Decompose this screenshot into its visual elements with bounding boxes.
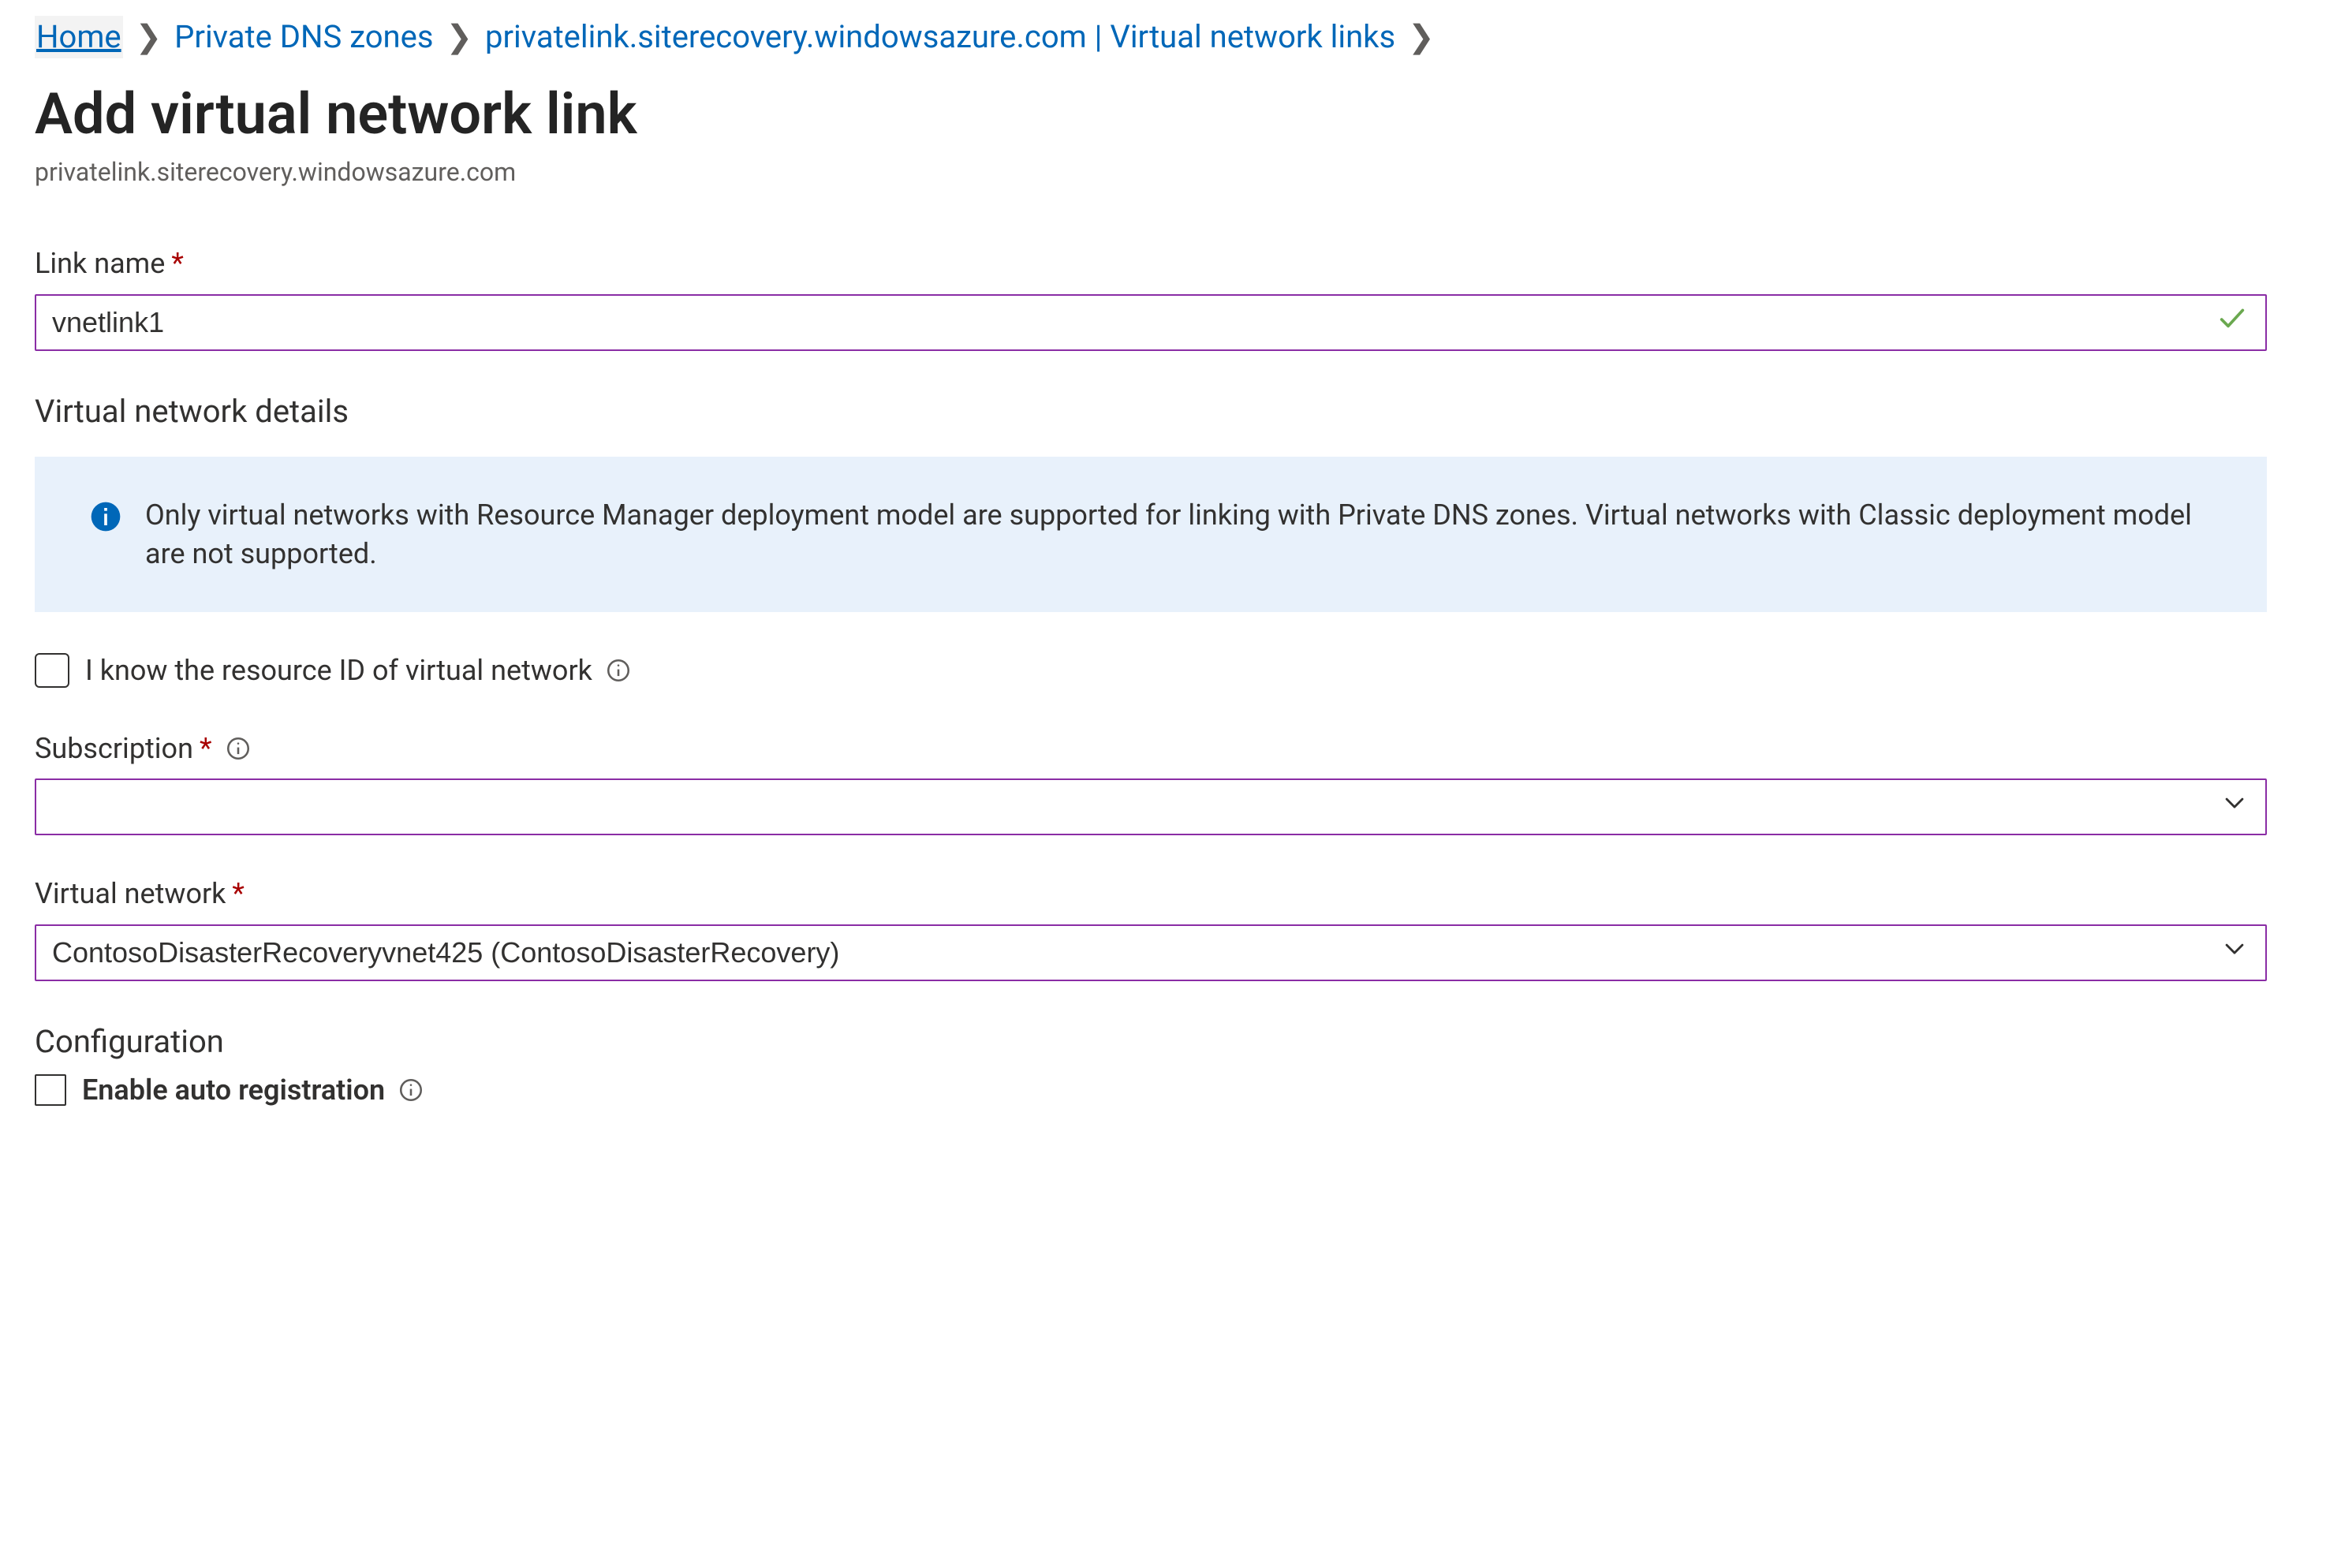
info-outline-icon[interactable] bbox=[398, 1077, 424, 1103]
breadcrumb-link-private-dns-zones[interactable]: Private DNS zones bbox=[174, 16, 433, 58]
virtual-network-label: Virtual network* bbox=[35, 875, 2306, 913]
breadcrumb-link-zone-vnet-links[interactable]: privatelink.siterecovery.windowsazure.co… bbox=[485, 16, 1395, 58]
link-name-input[interactable] bbox=[35, 294, 2267, 351]
page-title: Add virtual network link bbox=[35, 76, 2306, 152]
subscription-select[interactable] bbox=[35, 778, 2267, 835]
enable-auto-registration-checkbox[interactable] bbox=[35, 1074, 66, 1106]
link-name-label: Link name* bbox=[35, 245, 2306, 283]
required-star-icon: * bbox=[200, 730, 212, 768]
subscription-label: Subscription* bbox=[35, 730, 2306, 768]
info-banner-text: Only virtual networks with Resource Mana… bbox=[145, 496, 2235, 573]
know-resource-id-checkbox[interactable] bbox=[35, 653, 69, 688]
virtual-network-select[interactable] bbox=[35, 924, 2267, 981]
virtual-network-details-heading: Virtual network details bbox=[35, 390, 2306, 433]
info-outline-icon[interactable] bbox=[605, 657, 632, 684]
configuration-heading: Configuration bbox=[35, 1021, 2306, 1063]
chevron-right-icon: ❯ bbox=[446, 16, 472, 58]
chevron-right-icon: ❯ bbox=[1408, 16, 1435, 58]
info-outline-icon[interactable] bbox=[225, 735, 252, 762]
enable-auto-registration-row: Enable auto registration bbox=[35, 1071, 2306, 1110]
page-subtitle: privatelink.siterecovery.windowsazure.co… bbox=[35, 155, 2306, 189]
know-resource-id-row: I know the resource ID of virtual networ… bbox=[35, 651, 2306, 690]
know-resource-id-label: I know the resource ID of virtual networ… bbox=[85, 651, 592, 690]
info-banner: Only virtual networks with Resource Mana… bbox=[35, 457, 2267, 612]
chevron-right-icon: ❯ bbox=[136, 16, 162, 58]
info-circle-icon bbox=[88, 499, 123, 543]
breadcrumb-link-home[interactable]: Home bbox=[35, 16, 123, 58]
required-star-icon: * bbox=[171, 245, 184, 283]
required-star-icon: * bbox=[232, 875, 245, 913]
check-icon bbox=[2216, 302, 2248, 342]
enable-auto-registration-label: Enable auto registration bbox=[82, 1071, 385, 1110]
breadcrumb: Home ❯ Private DNS zones ❯ privatelink.s… bbox=[35, 16, 2306, 58]
